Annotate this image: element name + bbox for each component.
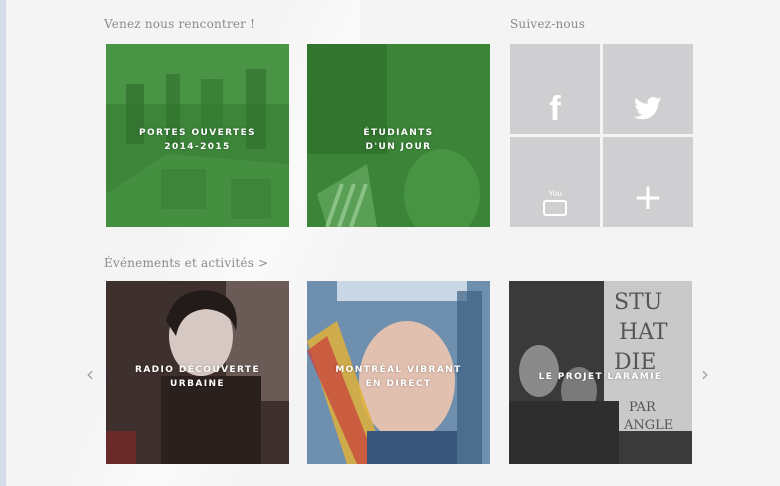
youtube-icon-box (543, 199, 567, 216)
student-for-a-day-tile[interactable]: ÉTUDIANTS D'UN JOUR (307, 44, 490, 227)
left-edge-strip (0, 0, 6, 486)
facebook-icon: f (549, 89, 561, 128)
plus-icon: + (632, 176, 664, 218)
open-house-label: PORTES OUVERTES 2014-2015 (106, 126, 289, 154)
sign-text-5: ANGLE (623, 418, 673, 433)
laramie-label: LE PROJET LARAMIE (509, 370, 692, 384)
radio-label: RADIO DÉCOUVERTE URBAINE (106, 363, 289, 391)
sign-text-2: HAT (619, 320, 668, 345)
montreal-label: MONTRÉAL VIBRANT EN DIRECT (307, 363, 490, 391)
student-for-a-day-label-line1: ÉTUDIANTS (363, 128, 434, 138)
open-house-label-line2: 2014-2015 (164, 142, 231, 152)
sign-text-1: STU (614, 290, 662, 315)
sign-text-4: PAR (629, 400, 657, 415)
carousel-next-arrow[interactable]: › (701, 362, 709, 386)
student-for-a-day-label-line2: D'UN JOUR (365, 142, 432, 152)
facebook-link[interactable]: f (510, 44, 600, 134)
montreal-label-line1: MONTRÉAL VIBRANT (335, 365, 462, 375)
montreal-label-line2: EN DIRECT (365, 379, 432, 389)
radio-label-line1: RADIO DÉCOUVERTE (134, 365, 260, 375)
open-house-label-line1: PORTES OUVERTES (138, 128, 257, 138)
youtube-icon-text: You (548, 188, 562, 198)
youtube-icon: You (543, 189, 567, 216)
event-tile-laramie[interactable]: STU HAT DIE PAR ANGLE LE PROJET LARAMIE (509, 281, 692, 464)
follow-section-title: Suivez-nous (510, 17, 586, 31)
event-tile-montreal[interactable]: MONTRÉAL VIBRANT EN DIRECT (307, 281, 490, 464)
open-house-tile[interactable]: PORTES OUVERTES 2014-2015 (106, 44, 289, 227)
event-tile-radio[interactable]: RADIO DÉCOUVERTE URBAINE (106, 281, 289, 464)
meet-section-title: Venez nous rencontrer ! (104, 17, 256, 31)
student-for-a-day-label: ÉTUDIANTS D'UN JOUR (307, 126, 490, 154)
laramie-label-line1: LE PROJET LARAMIE (538, 372, 663, 382)
google-plus-link[interactable]: + (603, 137, 693, 227)
twitter-link[interactable] (603, 44, 693, 134)
youtube-link[interactable]: You (510, 137, 600, 227)
carousel-prev-arrow[interactable]: ‹ (86, 362, 94, 386)
events-section-link[interactable]: Événements et activités > (104, 256, 268, 270)
social-links-grid: f You + (510, 44, 693, 227)
radio-label-line2: URBAINE (170, 379, 225, 389)
twitter-icon (633, 97, 662, 120)
